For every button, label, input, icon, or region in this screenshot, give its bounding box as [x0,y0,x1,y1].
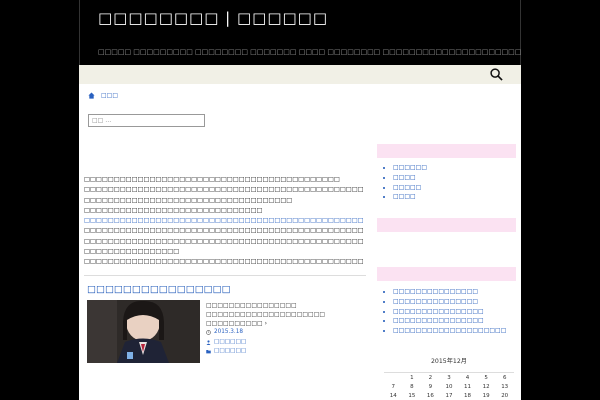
calendar-day: 1 [402,372,422,383]
sidebar-list-pages: □□□□□□ □□□□ □□□□□ □□□□ [383,163,427,202]
post-thumbnail[interactable] [87,300,200,363]
sidebar-link[interactable]: □□□□ [393,173,427,183]
calendar-day: 2 [421,372,440,383]
calendar-day: 5 [476,372,496,383]
post-date-text[interactable]: 2015.3.18 [214,328,243,338]
sidebar-list-posts: □□□□□□□□□□□□□□□ □□□□□□□□□□□□□□□ □□□□□□□□… [383,287,506,336]
home-icon [88,92,95,99]
post-title-link[interactable]: □□□□□□□□□□□□□□□□ [87,284,231,295]
breadcrumb: □□□ [88,92,118,99]
sidebar-link[interactable]: □□□□□□□□□□□□□□□ [393,287,506,297]
intro-line: □□□□□□□□□□□□□□□□□□□□□□□□□□□□□□ [84,206,263,214]
intro-line: □□□□□□□□□□□□□□□□□□□□□□□□□□□□□□□□□□□□□□□□… [84,227,364,235]
calendar-day: 9 [428,383,433,390]
calendar-row: 14 15 16 17 18 19 20 [384,392,514,400]
intro-line: □□□□□□□□□□□□□□□□□□□□□□□□□□□□□□□□□□□□□□□□… [84,237,364,245]
calendar-title: 2015年12月 [431,358,467,365]
sidebar-link[interactable]: □□□□□□□□□□□□□□□ [393,297,506,307]
calendar-day: 16 [426,393,434,400]
intro-line: □□□□□□□□□□□□□□□□□□□□□□□□□□□□□□□□□□□□□□□□… [84,176,340,183]
calendar-day: 6 [495,372,514,383]
calendar-day: 8 [410,383,414,390]
post-author-text[interactable]: □□□□□□ [214,338,246,348]
site-description: □□□□□ □□□□□□□□□ □□□□□□□□ □□□□□□□ □□□□ □□… [98,48,521,56]
calendar-row: 7 8 9 10 11 12 13 [384,382,514,391]
intro-line: □□□□□□□□□□□□□□□□□□□□□□□□□□□□□□□□□□□□□□□□… [84,258,364,266]
site-header: □□□□□□□□ | □□□□□□ □□□□□ □□□□□□□□□ □□□□□□… [79,0,521,65]
sidebar-link[interactable]: □□□□□□□□□□□□□□□□ [393,307,506,317]
calendar-day: 7 [391,383,396,390]
calendar-day: 10 [445,383,453,390]
calendar-day: 15 [408,393,416,400]
sidebar-heading [377,144,516,158]
intro-line-link[interactable]: □□□□□□□□□□□□□□□□□□□□□□□□□□□□□□□□□□□□□□□□… [84,216,364,226]
post-category: □□□□□□ [206,347,246,357]
page-container: □□□□□□□□ | □□□□□□ □□□□□ □□□□□□□□□ □□□□□□… [79,0,521,400]
excerpt-text: □□□□□□□□□□□□□□□□ □□□□□□□□□□□□□□□□□□□□□ □… [206,302,326,327]
user-icon [206,340,211,345]
calendar-day [384,372,403,383]
calendar-day: 12 [482,383,490,390]
sidebar-link[interactable]: □□□□□□□□□□□□□□□□□□□□ [393,326,506,336]
calendar-day: 3 [439,372,459,383]
sidebar-link[interactable]: □□□□□□□□□□□□□□□□ [393,316,506,326]
site-title[interactable]: □□□□□□□□ | □□□□□□ [98,9,328,27]
sidebar-heading [377,218,516,232]
calendar-day: 11 [464,383,472,390]
calendar-day: 4 [458,372,477,383]
folder-icon [206,350,211,354]
calendar-day: 19 [482,393,490,400]
sidebar-link[interactable]: □□□□□□ [393,163,427,173]
navigation-bar [79,65,521,84]
clock-icon [206,330,211,336]
post-meta: 2015.3.18 □□□□□□ □□□□□□ [206,328,246,357]
calendar-row: 1 2 3 4 5 6 [384,372,514,383]
sidebar-link[interactable]: □□□□ [393,192,427,202]
intro-line: □□□□□□□□□□□□□□□□□□□□□□□□□□□□□□□□□□□□□□□□… [84,186,364,194]
calendar-day: 18 [464,393,472,400]
post-author: □□□□□□ [206,338,246,348]
calendar-day: 13 [501,383,509,390]
calendar-table: 1 2 3 4 5 6 7 8 9 10 11 12 13 14 15 16 1… [384,372,514,400]
calendar-day: 17 [445,393,453,400]
post-divider [84,275,366,276]
sidebar-heading [377,267,516,281]
calendar-day: 14 [389,393,397,400]
intro-line: □□□□□□□□□□□□□□□□□□□□□□□□□□□□□□□□□□□ [84,196,293,204]
intro-line: □□□□□□□□□□□□□□□□ [84,248,180,256]
sidebar-link[interactable]: □□□□□ [393,183,427,193]
post-date: 2015.3.18 [206,328,246,338]
post-category-text[interactable]: □□□□□□ [214,347,246,357]
search-input[interactable]: □□ … [88,114,205,127]
post-excerpt: □□□□□□□□□□□□□□□□ □□□□□□□□□□□□□□□□□□□□□ □… [206,301,370,328]
intro-text: □□□□□□□□□□□□□□□□□□□□□□□□□□□□□□□□□□□□□□□□… [84,175,364,268]
search-icon[interactable] [490,68,503,81]
breadcrumb-home[interactable]: □□□ [101,92,118,99]
calendar-day: 20 [501,393,509,400]
